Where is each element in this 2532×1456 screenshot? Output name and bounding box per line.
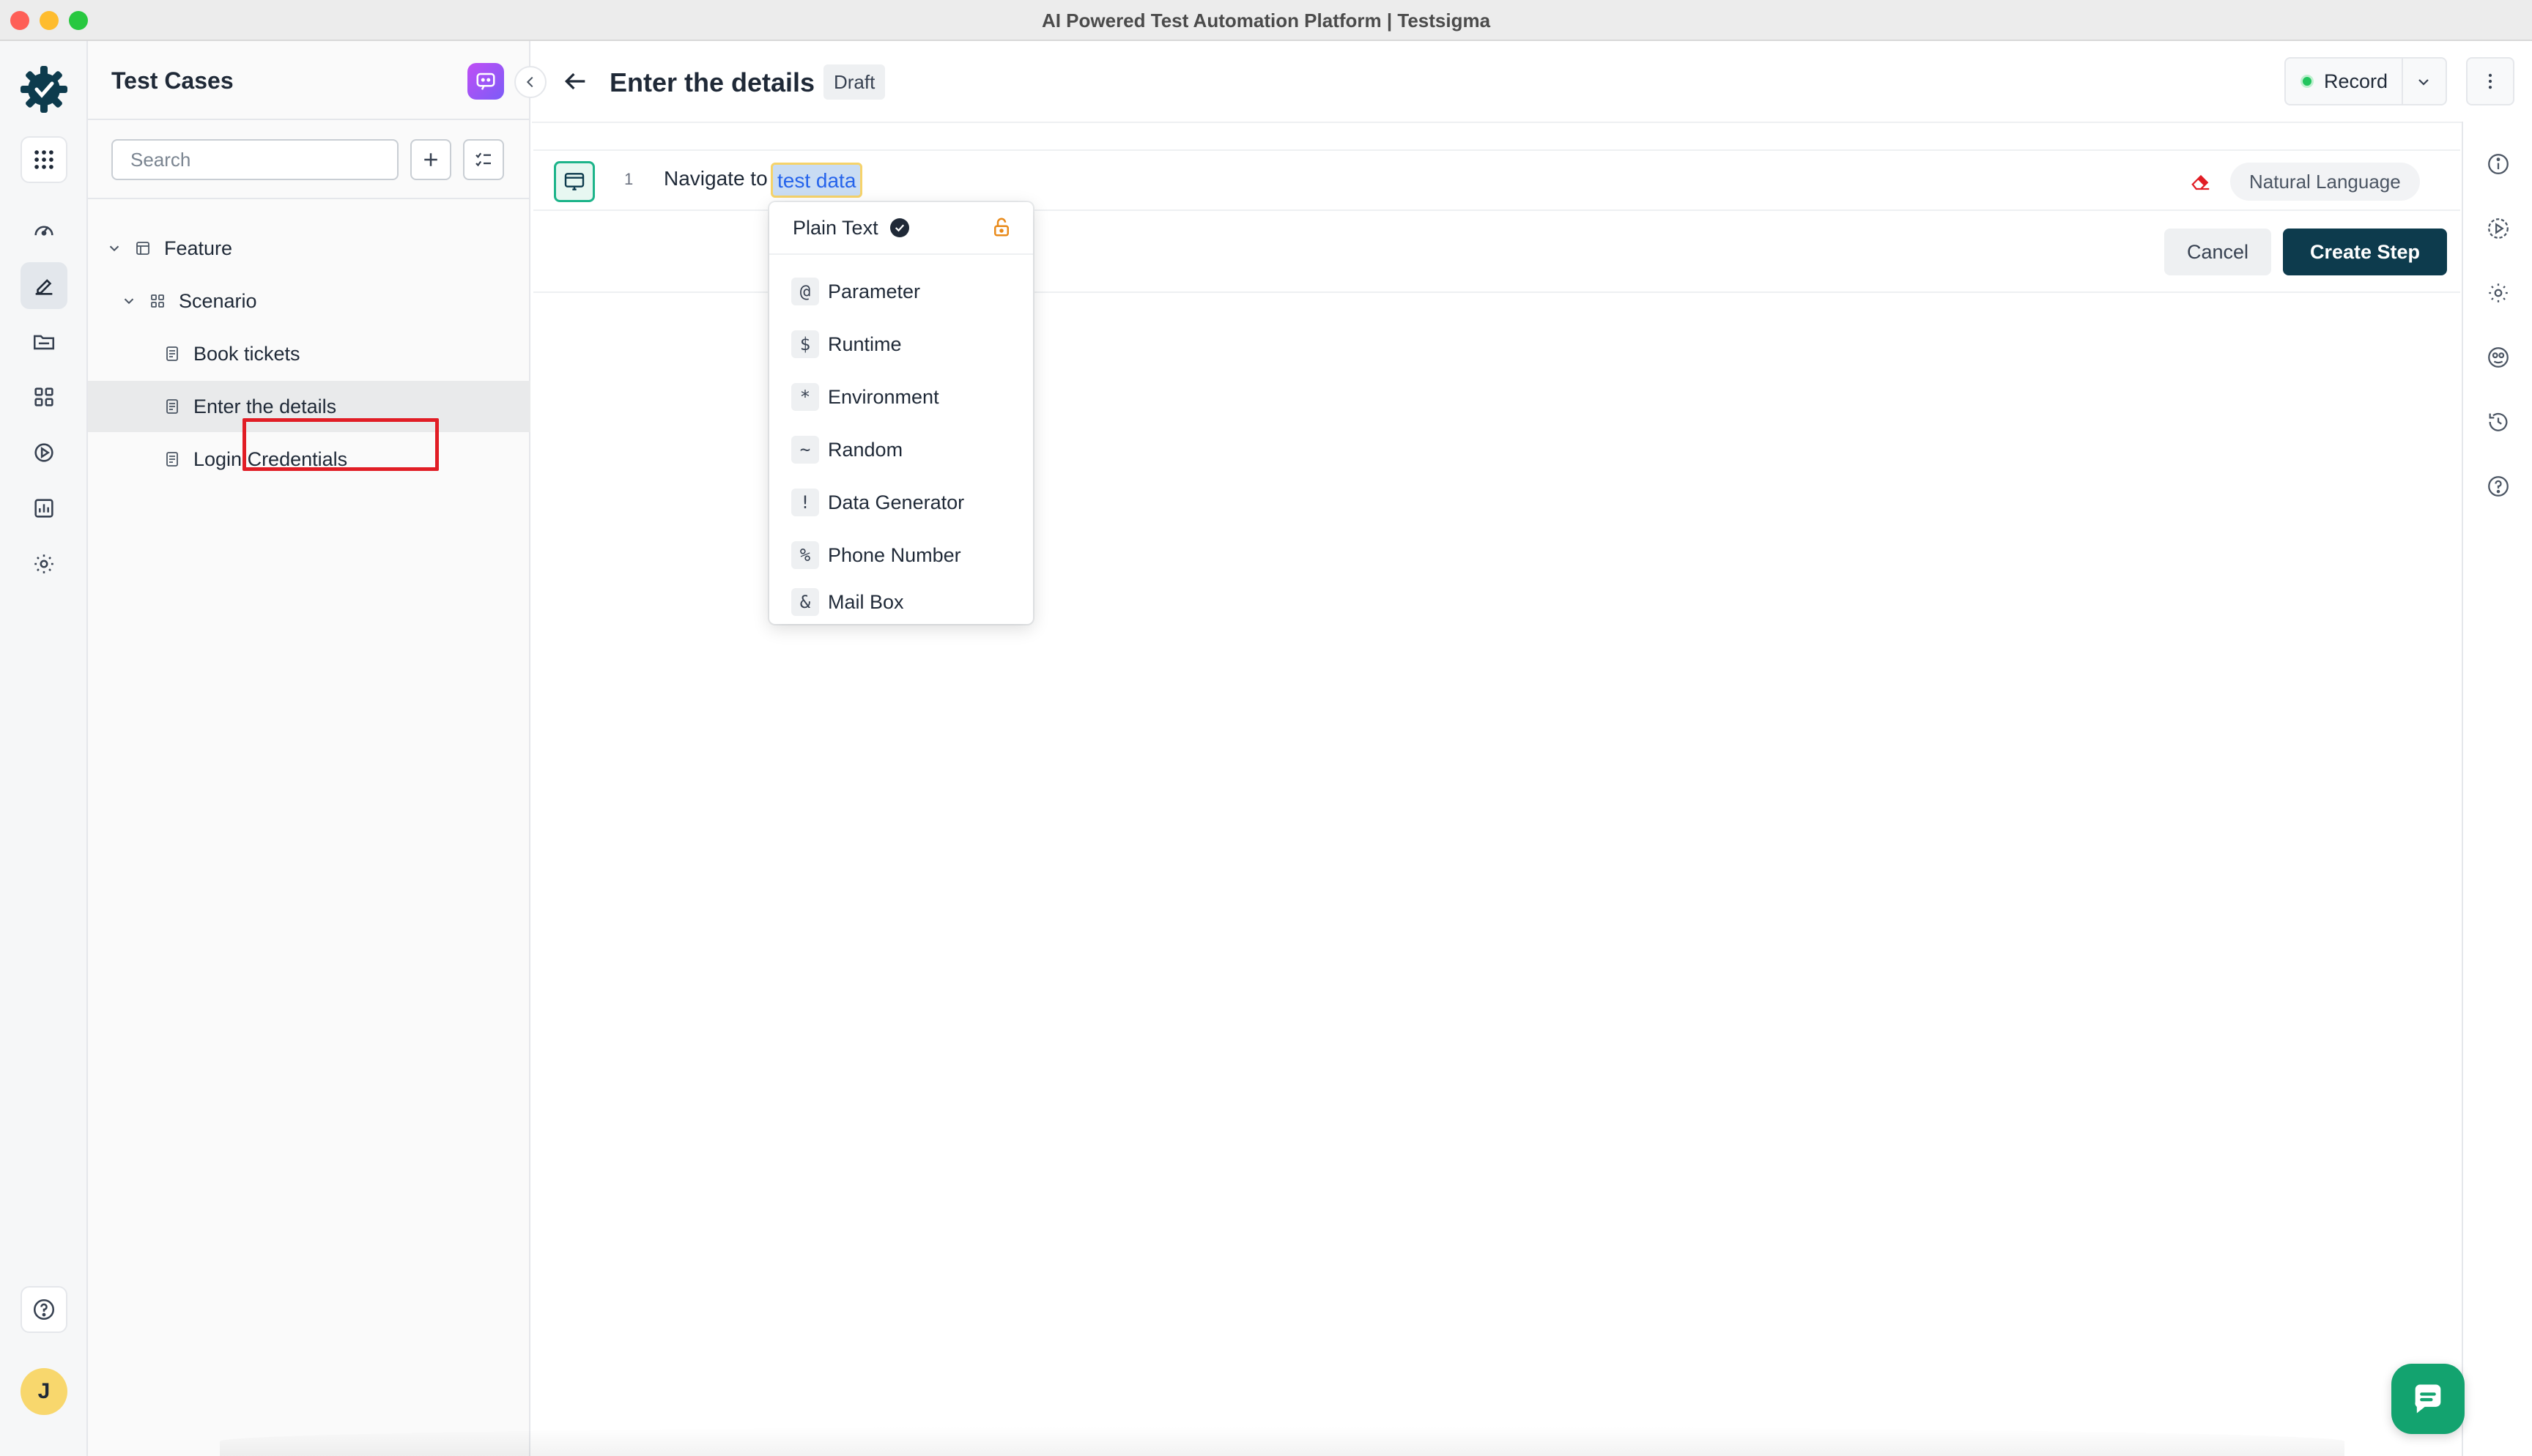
test-cases-icon[interactable] [21,262,67,309]
chat-icon [2415,1384,2441,1414]
divider [88,119,530,120]
record-label: Record [2324,70,2388,92]
scenario-icon [148,291,167,311]
tree-item-label: Login Credentials [193,447,348,470]
tree-item-scenario[interactable]: Scenario [88,275,530,327]
menu-item-label: Data Generator [828,491,965,513]
step-type-icon[interactable] [554,161,595,202]
settings-icon[interactable] [21,541,67,587]
window-title: AI Powered Test Automation Platform | Te… [1041,10,1491,31]
testsigma-logo[interactable] [18,63,70,116]
create-step-button[interactable]: Create Step [2283,229,2447,275]
tree-item-book-tickets[interactable]: Book tickets [88,328,530,379]
record-button[interactable]: Record [2284,57,2447,105]
main-header: Enter the details Draft Record [532,41,2532,122]
tree-item-feature[interactable]: Feature [88,223,530,274]
reports-icon[interactable] [21,485,67,532]
data-generator-symbol: ! [791,489,819,516]
tree-item-label: Feature [164,237,233,259]
test-case-icon [163,397,182,416]
chevron-down-icon[interactable] [106,239,123,257]
chevron-down-icon[interactable] [2413,72,2434,92]
divider [88,198,530,199]
test-case-icon [163,450,182,469]
add-button[interactable] [410,139,451,180]
test-data-type-menu: Plain Text @ Parameter $ Runtime * Envir… [769,202,1033,624]
runs-icon[interactable] [21,429,67,476]
run-icon[interactable] [2484,214,2513,243]
cancel-button[interactable]: Cancel [2164,229,2271,275]
search-input[interactable] [111,139,399,180]
elements-icon[interactable] [21,374,67,420]
menu-item-environment[interactable]: * Environment [769,371,1033,423]
more-options-icon[interactable] [2466,57,2514,105]
tree-item-label: Enter the details [193,395,337,417]
menu-item-label: Plain Text [793,216,878,239]
menu-item-label: Random [828,438,903,461]
record-status-dot [2300,75,2314,88]
check-icon [889,218,909,237]
right-tool-rail [2462,122,2532,1456]
divider [532,122,2462,123]
page-title: Enter the details [610,67,815,97]
test-data-icon[interactable] [21,318,67,365]
tree-item-label: Scenario [179,289,257,312]
bottom-shadow [220,1427,2344,1456]
visual-testing-icon[interactable] [2484,343,2513,372]
divider [2402,59,2403,104]
info-icon[interactable] [2484,149,2513,179]
bulk-select-button[interactable] [463,139,504,180]
chevron-down-icon[interactable] [120,292,138,310]
chat-support-button[interactable] [2391,1364,2465,1434]
menu-item-label: Mail Box [828,590,904,613]
eraser-icon[interactable] [2188,168,2214,195]
navigation-rail: J [0,41,88,1456]
parameter-symbol: @ [791,278,819,305]
random-symbol: ~ [791,436,819,464]
test-cases-panel: Test Cases Feature Scenario Book tickets… [88,41,547,1456]
step-action-text[interactable]: Navigate to [664,167,768,190]
menu-item-data-generator[interactable]: ! Data Generator [769,476,1033,529]
user-avatar[interactable]: J [21,1368,67,1415]
menu-item-random[interactable]: ~ Random [769,423,1033,476]
test-case-icon [163,344,182,363]
menu-item-phone-number[interactable]: % Phone Number [769,529,1033,582]
status-badge: Draft [823,64,886,100]
step-number: 1 [624,170,634,188]
back-arrow-icon[interactable] [558,64,592,98]
menu-item-label: Parameter [828,280,921,302]
menu-item-label: Phone Number [828,543,961,566]
test-data-token[interactable]: test data [771,163,863,198]
environment-symbol: * [791,383,819,411]
dashboard-icon[interactable] [21,207,67,253]
collapse-panel-button[interactable] [514,66,547,98]
panel-title: Test Cases [111,67,234,94]
tree-item-login-credentials[interactable]: Login Credentials [88,434,530,485]
menu-item-label: Runtime [828,333,902,355]
menu-item-mail-box[interactable]: & Mail Box [769,582,1033,623]
apps-icon[interactable] [21,136,67,183]
ai-assistant-icon[interactable] [467,63,504,100]
phone-number-symbol: % [791,541,819,569]
help-icon[interactable] [21,1286,67,1333]
menu-item-parameter[interactable]: @ Parameter [769,265,1033,318]
mail-box-symbol: & [791,588,819,616]
history-icon[interactable] [2484,407,2513,437]
natural-language-mode[interactable]: Natural Language [2230,163,2420,201]
menu-item-plain-text[interactable]: Plain Text [769,202,1033,255]
gear-icon[interactable] [2484,278,2513,308]
menu-item-label: Environment [828,385,939,408]
help-icon[interactable] [2484,472,2513,501]
feature-icon [133,239,152,258]
runtime-symbol: $ [791,330,819,358]
tree-item-label: Book tickets [193,342,300,365]
menu-item-runtime[interactable]: $ Runtime [769,318,1033,371]
window-title-bar: AI Powered Test Automation Platform | Te… [0,0,2532,41]
tree-item-enter-the-details[interactable]: Enter the details [88,381,530,432]
unlock-icon[interactable] [989,214,1014,240]
